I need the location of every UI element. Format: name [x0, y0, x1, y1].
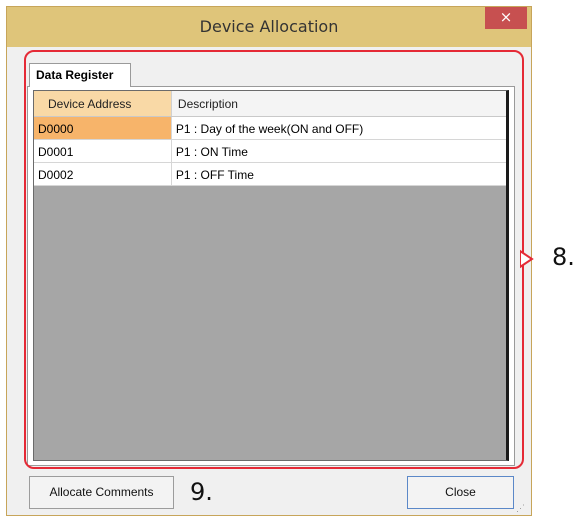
title-bar[interactable]: Device Allocation ×	[7, 7, 531, 47]
callout-label-9: 9.	[190, 478, 213, 506]
callout-highlight-box	[24, 50, 524, 469]
close-button[interactable]: Close	[407, 476, 514, 509]
allocate-comments-button[interactable]: Allocate Comments	[29, 476, 174, 509]
tab-data-register[interactable]: Data Register	[29, 63, 131, 87]
resize-grip-icon[interactable]: ⋰	[516, 504, 526, 514]
callout-label-8: 8.	[552, 243, 574, 271]
window-title: Device Allocation	[199, 17, 339, 36]
window-close-button[interactable]: ×	[485, 7, 527, 29]
callout-arrow-icon	[520, 249, 534, 269]
